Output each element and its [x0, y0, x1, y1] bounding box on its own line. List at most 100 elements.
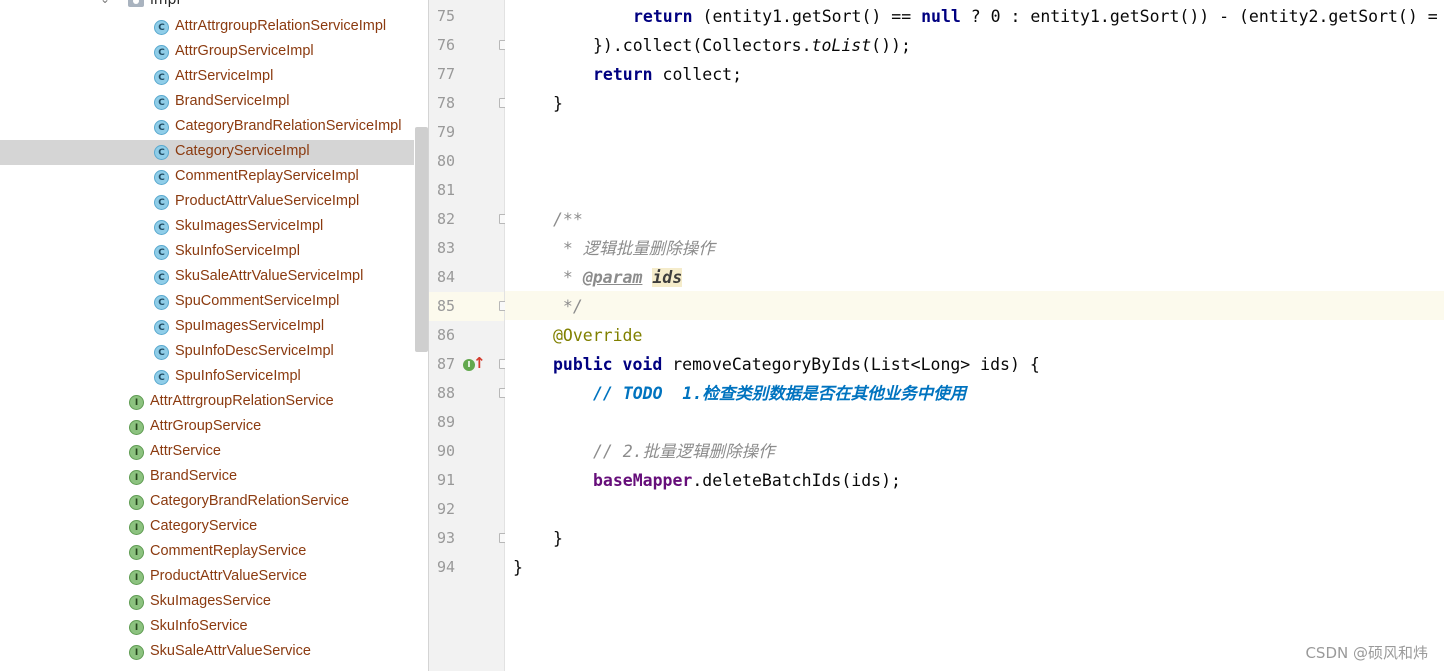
- tree-item-label: CategoryBrandRelationServiceImpl: [175, 118, 402, 134]
- interface-icon: I: [129, 520, 144, 535]
- gutter-row[interactable]: 78: [429, 89, 508, 118]
- interface-icon: I: [129, 395, 144, 410]
- gutter-row[interactable]: 85: [429, 292, 508, 321]
- tree-item[interactable]: C AttrAttrgroupRelationServiceImpl: [0, 15, 414, 40]
- code-line-77[interactable]: return collect;: [593, 60, 742, 89]
- tree-item[interactable]: C AttrServiceImpl: [0, 65, 414, 90]
- gutter-row[interactable]: 87 I ↑: [429, 350, 508, 379]
- code-line-94[interactable]: }: [513, 553, 523, 582]
- line-number: 77: [436, 65, 455, 83]
- code-line-82[interactable]: /**: [553, 205, 583, 234]
- tree-item[interactable]: C CommentReplayServiceImpl: [0, 165, 414, 190]
- tree-item[interactable]: C AttrGroupServiceImpl: [0, 40, 414, 65]
- tree-item[interactable]: C SpuInfoDescServiceImpl: [0, 340, 414, 365]
- code-line-84[interactable]: * @param ids: [553, 263, 683, 292]
- code-text: ());: [871, 36, 911, 55]
- interface-icon: I: [129, 495, 144, 510]
- tree-item[interactable]: C SpuInfoServiceImpl: [0, 365, 414, 390]
- gutter-row[interactable]: 82: [429, 205, 508, 234]
- code-line-93[interactable]: }: [553, 524, 563, 553]
- tree-item[interactable]: I AttrAttrgroupRelationService: [0, 390, 414, 415]
- tree-item[interactable]: I SkuSaleAttrValueService: [0, 640, 414, 665]
- tree-item[interactable]: C ProductAttrValueServiceImpl: [0, 190, 414, 215]
- class-icon: C: [154, 320, 169, 335]
- gutter-row[interactable]: 83: [429, 234, 504, 263]
- code-line-83[interactable]: * 逻辑批量删除操作: [553, 234, 715, 263]
- gutter-row[interactable]: 94: [429, 553, 504, 582]
- tree-item-label: CategoryServiceImpl: [175, 143, 310, 159]
- tree-item[interactable]: I AttrGroupService: [0, 415, 414, 440]
- gutter-row[interactable]: 86: [429, 321, 504, 350]
- code-line-75[interactable]: return (entity1.getSort() == null ? 0 : …: [633, 2, 1438, 31]
- line-number: 86: [436, 326, 455, 344]
- gutter-row[interactable]: 79: [429, 118, 504, 147]
- current-line-highlight: [505, 291, 1444, 320]
- tree-item[interactable]: I ProductAttrValueService: [0, 565, 414, 590]
- class-icon: C: [154, 120, 169, 135]
- line-number: 82: [436, 210, 455, 228]
- tree-item[interactable]: I SkuInfoService: [0, 615, 414, 640]
- line-number: 94: [436, 558, 455, 576]
- tree-item[interactable]: C SkuImagesServiceImpl: [0, 215, 414, 240]
- gutter-row[interactable]: 81: [429, 176, 504, 205]
- gutter-row[interactable]: 77: [429, 60, 504, 89]
- code-line-91[interactable]: baseMapper.deleteBatchIds(ids);: [593, 466, 901, 495]
- tree-scrollbar[interactable]: [415, 127, 428, 352]
- project-tree[interactable]: ⌄ impl C AttrAttrgroupRelationServiceImpl…: [0, 0, 429, 671]
- interface-icon: I: [129, 570, 144, 585]
- code-text: ? 0 : entity1.getSort()) - (entity2.getS…: [960, 7, 1438, 26]
- tree-item[interactable]: C SkuInfoServiceImpl: [0, 240, 414, 265]
- gutter-row[interactable]: 84: [429, 263, 504, 292]
- tree-item[interactable]: C SkuSaleAttrValueServiceImpl: [0, 265, 414, 290]
- gutter-row[interactable]: 88: [429, 379, 508, 408]
- tree-folder-impl[interactable]: ⌄ impl: [0, 0, 428, 11]
- code-line-85[interactable]: */: [553, 292, 583, 321]
- line-number: 81: [436, 181, 455, 199]
- gutter-row[interactable]: 91: [429, 466, 504, 495]
- tree-item[interactable]: I BrandService: [0, 465, 414, 490]
- tree-item[interactable]: I CommentReplayService: [0, 540, 414, 565]
- code-line-78[interactable]: }: [553, 89, 563, 118]
- tree-item[interactable]: I CategoryBrandRelationService: [0, 490, 414, 515]
- annotation: @Override: [553, 326, 643, 345]
- tree-item[interactable]: I AttrService: [0, 440, 414, 465]
- code-editor[interactable]: return (entity1.getSort() == null ? 0 : …: [505, 0, 1444, 671]
- class-icon: C: [154, 20, 169, 35]
- code-line-76[interactable]: }).collect(Collectors.toList());: [593, 31, 911, 60]
- gutter-row[interactable]: 92: [429, 495, 504, 524]
- tree-item-label: ProductAttrValueService: [150, 568, 307, 584]
- tree-item[interactable]: I CategoryService: [0, 515, 414, 540]
- gutter-row[interactable]: 90: [429, 437, 504, 466]
- line-number: 89: [436, 413, 455, 431]
- code-line-90[interactable]: // 2.批量逻辑删除操作: [593, 437, 775, 466]
- method-signature: removeCategoryByIds(List<Long> ids) {: [662, 355, 1040, 374]
- code-line-87[interactable]: public void removeCategoryByIds(List<Lon…: [553, 350, 1040, 379]
- chevron-down-icon[interactable]: ⌄: [100, 0, 110, 6]
- line-number: 92: [436, 500, 455, 518]
- tree-item[interactable]: C CategoryBrandRelationServiceImpl: [0, 115, 414, 140]
- go-to-interface-arrow-icon[interactable]: ↑: [473, 353, 486, 373]
- gutter-row[interactable]: 89: [429, 408, 504, 437]
- code-line-86[interactable]: @Override: [553, 321, 642, 350]
- gutter-row[interactable]: 76: [429, 31, 508, 60]
- line-number: 84: [436, 268, 455, 286]
- tree-item[interactable]: C CategoryServiceImpl: [0, 140, 414, 165]
- interface-icon: I: [129, 470, 144, 485]
- code-line-88[interactable]: // TODO 1.检查类别数据是否在其他业务中使用: [593, 379, 966, 408]
- gutter-row[interactable]: 75: [429, 2, 504, 31]
- tree-item-label: AttrAttrgroupRelationService: [150, 393, 334, 409]
- tree-item[interactable]: C SpuCommentServiceImpl: [0, 290, 414, 315]
- gutter-row[interactable]: 80: [429, 147, 504, 176]
- doc-comment: *: [553, 268, 583, 287]
- gutter-row[interactable]: 93: [429, 524, 508, 553]
- tree-item[interactable]: C SpuImagesServiceImpl: [0, 315, 414, 340]
- class-icon: C: [154, 95, 169, 110]
- tree-item[interactable]: C BrandServiceImpl: [0, 90, 414, 115]
- class-icon: C: [154, 70, 169, 85]
- line-number: 88: [436, 384, 455, 402]
- tree-item[interactable]: I SkuImagesService: [0, 590, 414, 615]
- tree-item-label: SkuInfoServiceImpl: [175, 243, 300, 259]
- doc-comment: /**: [553, 210, 583, 229]
- code-text: (entity1.getSort() ==: [692, 7, 922, 26]
